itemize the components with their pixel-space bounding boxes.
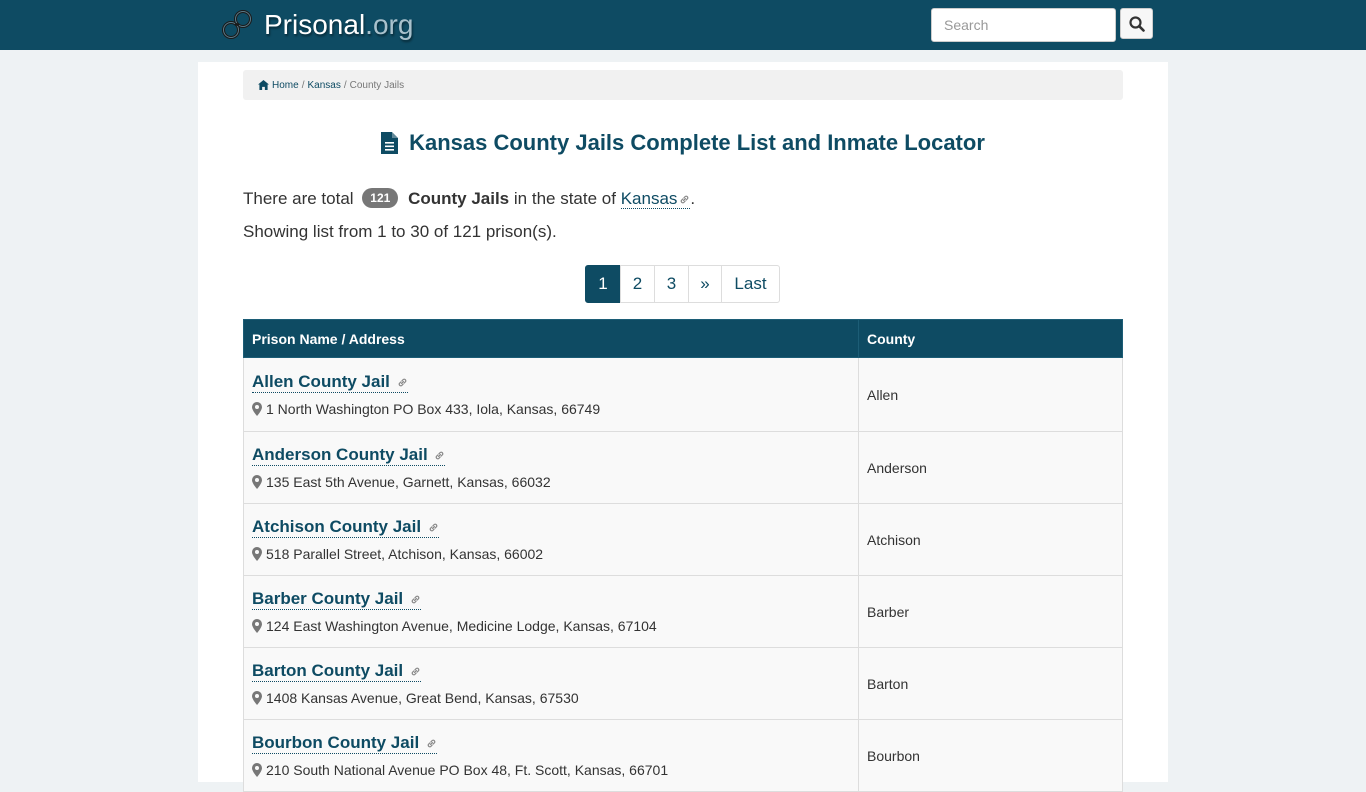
prison-table: Prison Name / Address County Allen Count… — [243, 319, 1123, 792]
showing-range-text: Showing list from 1 to 30 of 121 prison(… — [243, 222, 557, 241]
summary-text: There are total 121 County Jails in the … — [243, 188, 695, 209]
column-header-name: Prison Name / Address — [243, 319, 859, 358]
prison-link[interactable]: Barber County Jail — [252, 589, 421, 610]
breadcrumb-current: County Jails — [349, 79, 405, 91]
page-title-text: Kansas County Jails Complete List and In… — [409, 130, 985, 155]
link-icon — [436, 451, 444, 460]
table-row: Anderson County Jail 135 East 5th Avenue… — [243, 431, 1123, 504]
page-2-button[interactable]: 2 — [620, 265, 655, 303]
map-marker-icon — [252, 763, 262, 777]
prison-link[interactable]: Anderson County Jail — [252, 445, 446, 466]
search-button[interactable] — [1120, 8, 1153, 39]
breadcrumb: Home / Kansas / County Jails — [243, 70, 1123, 100]
table-row: Barton County Jail 1408 Kansas Avenue, G… — [243, 647, 1123, 720]
prison-address: 135 East 5th Avenue, Garnett, Kansas, 66… — [252, 474, 850, 490]
link-icon — [411, 595, 420, 604]
link-icon — [398, 378, 407, 387]
breadcrumb-separator: / — [301, 79, 305, 91]
prison-address: 1408 Kansas Avenue, Great Bend, Kansas, … — [252, 690, 850, 706]
table-row: Bourbon County Jail 210 South National A… — [243, 719, 1123, 792]
county-cell: Barber — [858, 575, 1123, 648]
county-cell: Allen — [858, 357, 1123, 432]
table-row: Allen County Jail 1 North Washington PO … — [243, 357, 1123, 432]
page-1-button[interactable]: 1 — [585, 265, 621, 303]
summary-type: County Jails — [408, 189, 510, 208]
document-icon — [381, 132, 399, 154]
state-link[interactable]: Kansas — [620, 189, 691, 209]
prison-link[interactable]: Bourbon County Jail — [252, 733, 437, 754]
main-container: Home / Kansas / County Jails Kansas Coun… — [198, 62, 1168, 792]
prison-cell: Atchison County Jail 518 Parallel Street… — [243, 503, 859, 576]
site-name: Prisonal.org — [264, 9, 414, 40]
county-cell: Barton — [858, 647, 1123, 720]
prison-address: 1 North Washington PO Box 433, Iola, Kan… — [252, 401, 850, 417]
county-cell: Bourbon — [858, 719, 1123, 792]
handcuffs-icon — [222, 10, 252, 39]
prison-link[interactable]: Atchison County Jail — [252, 517, 439, 538]
table-header-row: Prison Name / Address County — [243, 319, 1123, 358]
prison-cell: Bourbon County Jail 210 South National A… — [243, 719, 859, 792]
prison-address: 124 East Washington Avenue, Medicine Lod… — [252, 618, 850, 634]
map-marker-icon — [252, 402, 262, 416]
page-3-button[interactable]: 3 — [654, 265, 689, 303]
prison-address: 210 South National Avenue PO Box 48, Ft.… — [252, 762, 850, 778]
prison-address: 518 Parallel Street, Atchison, Kansas, 6… — [252, 546, 850, 562]
summary-prefix: There are total — [243, 189, 354, 208]
page-title: Kansas County Jails Complete List and In… — [243, 130, 1123, 156]
prison-link[interactable]: Barton County Jail — [252, 661, 421, 682]
prison-cell: Barber County Jail 124 East Washington A… — [243, 575, 859, 648]
link-icon — [427, 739, 436, 748]
link-icon — [411, 667, 420, 676]
pagination: 1 2 3 » Last — [585, 265, 780, 303]
search-input[interactable] — [931, 8, 1116, 42]
table-row: Atchison County Jail 518 Parallel Street… — [243, 503, 1123, 576]
home-icon — [258, 80, 269, 90]
prison-cell: Barton County Jail 1408 Kansas Avenue, G… — [243, 647, 859, 720]
breadcrumb-home-link[interactable]: Home — [272, 80, 299, 91]
search-icon — [1128, 15, 1145, 32]
site-logo[interactable]: Prisonal.org — [220, 6, 413, 44]
map-marker-icon — [252, 547, 262, 561]
next-page-button[interactable]: » — [688, 265, 722, 303]
prison-cell: Anderson County Jail 135 East 5th Avenue… — [243, 431, 859, 504]
map-marker-icon — [252, 475, 262, 489]
county-cell: Atchison — [858, 503, 1123, 576]
map-marker-icon — [252, 691, 262, 705]
table-row: Barber County Jail 124 East Washington A… — [243, 575, 1123, 648]
breadcrumb-separator: / — [343, 79, 347, 91]
summary-mid: in the state of — [513, 189, 616, 208]
breadcrumb-state-link[interactable]: Kansas — [307, 80, 340, 91]
summary-end: . — [690, 189, 696, 208]
county-cell: Anderson — [858, 431, 1123, 504]
prison-link[interactable]: Allen County Jail — [252, 372, 408, 393]
column-header-county: County — [858, 319, 1123, 358]
top-navbar: Prisonal.org — [0, 0, 1366, 50]
last-page-button[interactable]: Last — [721, 265, 780, 303]
prison-cell: Allen County Jail 1 North Washington PO … — [243, 357, 859, 432]
link-icon — [681, 195, 689, 204]
count-badge: 121 — [362, 188, 399, 208]
map-marker-icon — [252, 619, 262, 633]
link-icon — [429, 523, 438, 532]
